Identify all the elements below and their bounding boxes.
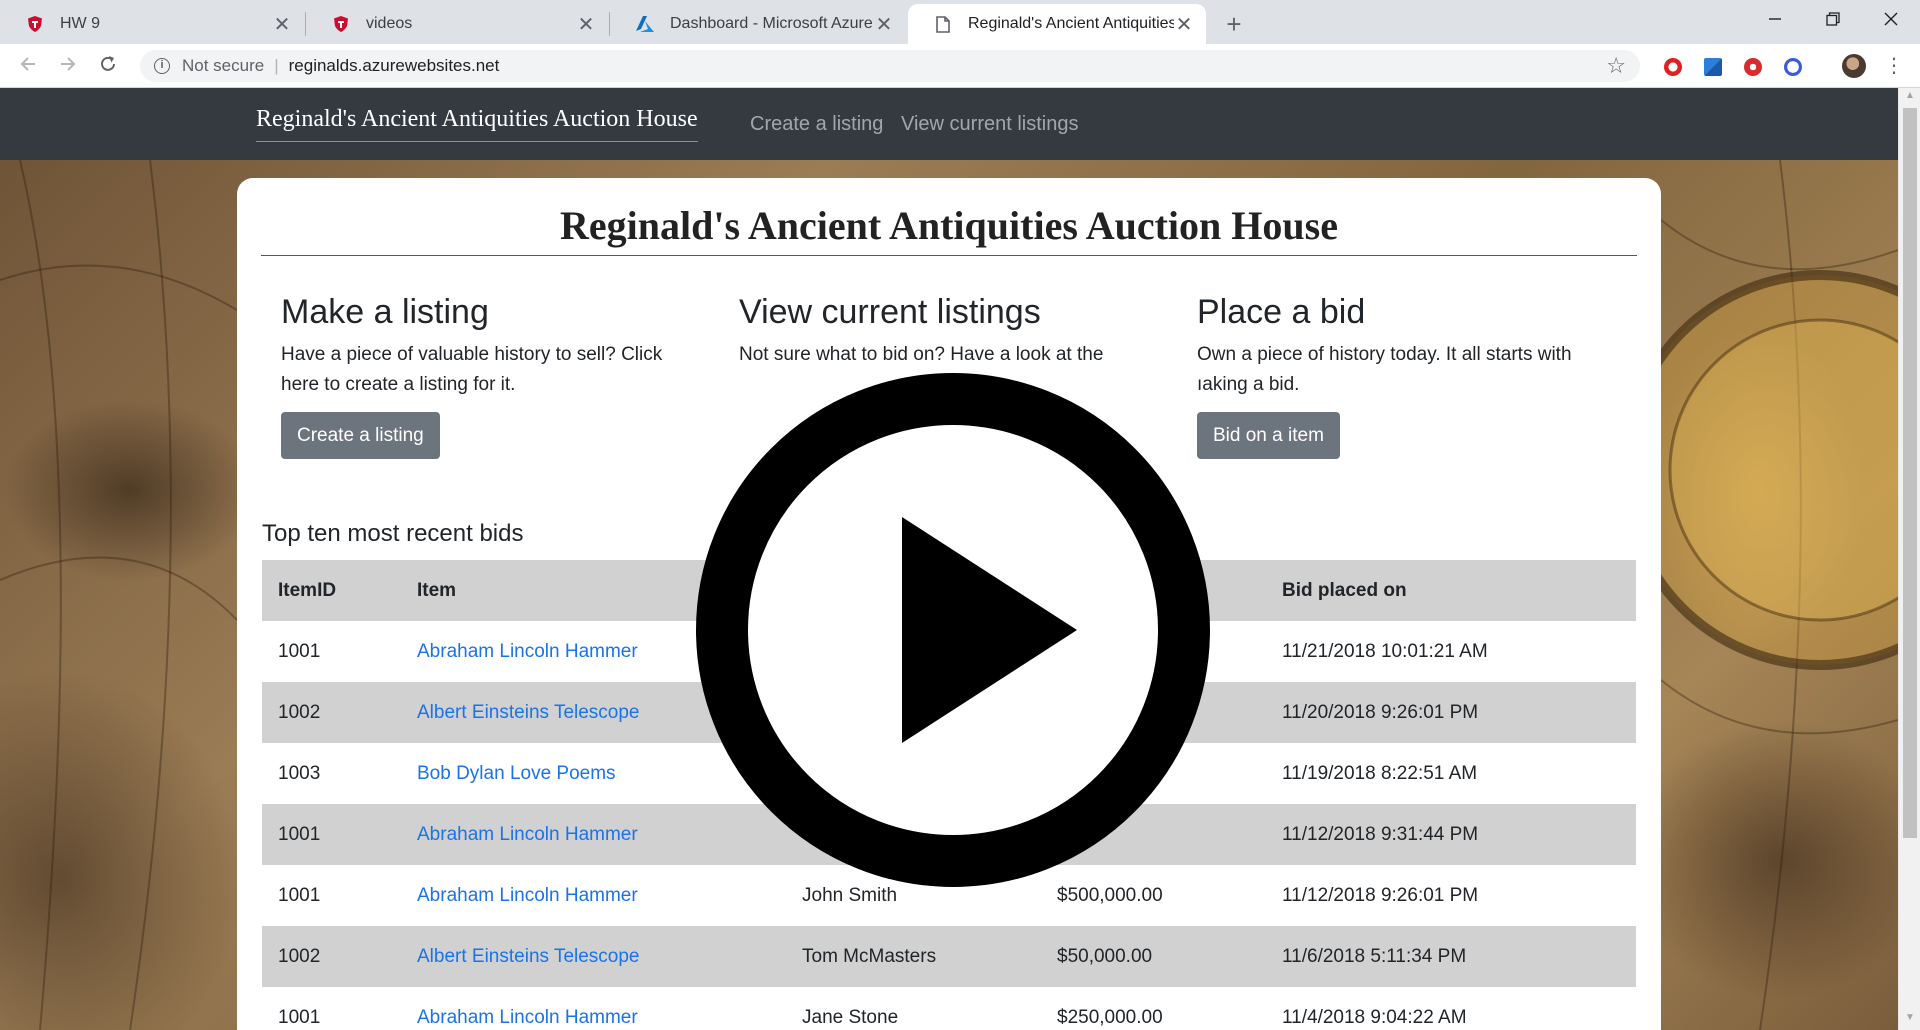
- section-text: Not sure what to bid on? Have a look at …: [739, 344, 1104, 365]
- close-window-button[interactable]: [1862, 0, 1920, 40]
- cell-date: 11/20/2018 9:26:01 PM: [1266, 682, 1636, 743]
- tab-title: Dashboard - Microsoft Azure: [670, 15, 873, 32]
- cell-date: 11/4/2018 9:04:22 AM: [1282, 1006, 1467, 1028]
- item-link[interactable]: Bob Dylan Love Poems: [417, 763, 616, 784]
- cell-date: 11/19/2018 8:22:51 AM: [1282, 762, 1478, 784]
- arrow-right-icon: [61, 57, 76, 71]
- tab-videos[interactable]: videos ✕: [306, 4, 608, 44]
- cell-amount: $50,000.00: [1041, 926, 1266, 987]
- shield-icon: [332, 15, 350, 33]
- reload-button[interactable]: [94, 52, 122, 80]
- table-row: 1001 Abraham Lincoln Hammer Jane Stone $…: [262, 987, 1636, 1030]
- page-icon: [934, 15, 952, 33]
- opera-extension-icon[interactable]: [1664, 58, 1682, 76]
- item-link[interactable]: Albert Einsteins Telescope: [417, 702, 640, 723]
- tab-strip: HW 9 ✕ videos ✕ Dashboard - Microsoft Az…: [0, 0, 1920, 44]
- section-heading: View current listings: [739, 293, 1041, 331]
- item-link[interactable]: Abraham Lincoln Hammer: [417, 641, 638, 662]
- back-button[interactable]: [14, 52, 42, 80]
- info-icon[interactable]: i: [154, 58, 170, 74]
- tab-hw9[interactable]: HW 9 ✕: [0, 4, 304, 44]
- place-bid-section: Place a bid Own a piece of history today…: [1197, 290, 1617, 400]
- restore-icon: [1826, 12, 1840, 26]
- scroll-down-icon[interactable]: ▼: [1899, 1012, 1920, 1028]
- scroll-thumb[interactable]: [1903, 108, 1917, 838]
- tab-title: Reginald's Ancient Antiquities Au: [968, 15, 1174, 32]
- restore-button[interactable]: [1804, 0, 1862, 40]
- reload-icon: [101, 56, 115, 71]
- cell-date: 11/12/2018 9:31:44 PM: [1266, 804, 1636, 865]
- item-link[interactable]: Albert Einsteins Telescope: [417, 946, 640, 967]
- site-brand-link[interactable]: Reginald's Ancient Antiquities Auction H…: [256, 106, 698, 142]
- column-header-itemid: ItemID: [262, 560, 401, 621]
- cell-itemid: 1001: [278, 1006, 321, 1028]
- section-text: Have a piece of valuable history to sell…: [281, 344, 663, 395]
- section-heading: Make a listing: [281, 293, 489, 331]
- column-header-bid-placed-on: Bid placed on: [1266, 560, 1636, 621]
- cell-date: 11/12/2018 9:26:01 PM: [1282, 884, 1479, 906]
- cell-itemid: 1003: [278, 762, 321, 784]
- nav-view-listings[interactable]: View current listings: [901, 113, 1078, 136]
- recent-bids-title: Top ten most recent bids: [262, 520, 524, 547]
- cell-itemid: 1002: [262, 926, 401, 987]
- table-row: 1002 Albert Einsteins Telescope Tom McMa…: [262, 926, 1636, 987]
- play-icon[interactable]: [696, 373, 1210, 887]
- screen-capture-extension-icon[interactable]: [1704, 58, 1722, 76]
- cell-itemid: 1002: [262, 682, 401, 743]
- new-tab-button[interactable]: +: [1218, 8, 1250, 40]
- close-icon: [1884, 12, 1898, 26]
- bid-on-item-button[interactable]: Bid on a item: [1197, 412, 1340, 459]
- item-link[interactable]: Abraham Lincoln Hammer: [417, 824, 638, 845]
- shield-icon: [26, 15, 44, 33]
- tab-title: videos: [366, 15, 413, 32]
- address-bar[interactable]: i Not secure | reginalds.azurewebsites.n…: [140, 50, 1640, 82]
- cell-itemid: 1001: [278, 640, 321, 662]
- bookmark-star-icon[interactable]: ☆: [1606, 53, 1626, 79]
- security-label: Not secure: [182, 56, 265, 75]
- record-extension-icon[interactable]: [1744, 58, 1762, 76]
- tab-reginalds[interactable]: Reginald's Ancient Antiquities Au ✕: [908, 4, 1206, 44]
- block-extension-icon[interactable]: [1784, 58, 1802, 76]
- cell-date: 11/21/2018 10:01:21 AM: [1282, 640, 1488, 662]
- cell-itemid: 1001: [262, 804, 401, 865]
- minimize-button[interactable]: [1746, 0, 1804, 40]
- tab-azure-dashboard[interactable]: Dashboard - Microsoft Azure ✕: [610, 4, 906, 44]
- separator: |: [274, 56, 279, 75]
- section-text: Own a piece of history today. It all sta…: [1197, 344, 1572, 395]
- close-icon[interactable]: ✕: [272, 12, 292, 37]
- view-listings-section: View current listings Not sure what to b…: [739, 290, 1159, 370]
- make-listing-section: Make a listing Have a piece of valuable …: [281, 290, 701, 400]
- browser-toolbar: i Not secure | reginalds.azurewebsites.n…: [0, 44, 1920, 88]
- forward-button[interactable]: [54, 52, 82, 80]
- scroll-up-icon[interactable]: ▲: [1899, 90, 1920, 106]
- close-icon[interactable]: ✕: [576, 12, 596, 37]
- item-link[interactable]: Abraham Lincoln Hammer: [417, 885, 638, 906]
- section-heading: Place a bid: [1197, 293, 1366, 331]
- close-icon[interactable]: ✕: [874, 12, 894, 37]
- cell-itemid: 1001: [278, 884, 321, 906]
- cell-amount: $250,000.00: [1057, 1006, 1163, 1028]
- tab-title: HW 9: [60, 15, 100, 32]
- avatar[interactable]: [1842, 54, 1866, 78]
- page-title: Reginald's Ancient Antiquities Auction H…: [261, 202, 1637, 256]
- item-link[interactable]: Abraham Lincoln Hammer: [417, 1007, 638, 1028]
- close-icon[interactable]: ✕: [1174, 12, 1194, 37]
- page-scrollbar[interactable]: ▲ ▼: [1898, 88, 1920, 1030]
- menu-dots-icon[interactable]: ⋮: [1884, 54, 1904, 78]
- url-text: reginalds.azurewebsites.net: [288, 56, 500, 75]
- minimize-icon: [1769, 18, 1781, 20]
- site-navbar: Reginald's Ancient Antiquities Auction H…: [0, 88, 1898, 160]
- arrow-left-icon: [20, 57, 35, 71]
- create-listing-button[interactable]: Create a listing: [281, 412, 440, 459]
- cell-bidder: Tom McMasters: [786, 926, 1041, 987]
- cell-date: 11/6/2018 5:11:34 PM: [1266, 926, 1636, 987]
- nav-create-listing[interactable]: Create a listing: [750, 113, 883, 136]
- cell-bidder: Jane Stone: [802, 1006, 899, 1028]
- azure-icon: [636, 15, 654, 33]
